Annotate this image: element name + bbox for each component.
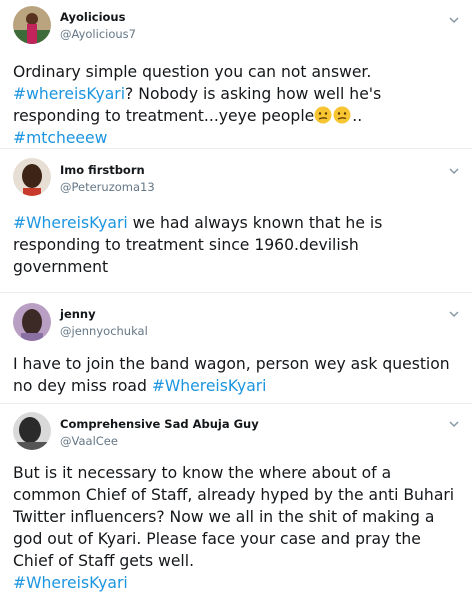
tweet-comprehensive-sad-abuja-guy[interactable]: Comprehensive Sad Abuja Guy @VaalCee But… xyxy=(0,404,472,614)
avatar[interactable] xyxy=(13,158,51,196)
user-handle[interactable]: @VaalCee xyxy=(60,434,118,448)
avatar[interactable] xyxy=(13,303,51,341)
hashtag-link[interactable]: #WhereisKyari xyxy=(13,214,128,232)
user-handle[interactable]: @jennyochukal xyxy=(60,324,148,338)
display-name[interactable]: Ayolicious xyxy=(60,10,125,24)
hashtag-link[interactable]: #WhereisKyari xyxy=(13,574,128,592)
hashtag-link[interactable]: #WhereisKyari xyxy=(152,377,267,395)
tweet-imo-firstborn[interactable]: Imo firstborn @Peteruzoma13 #WhereisKyar… xyxy=(0,149,472,292)
avatar[interactable] xyxy=(13,6,51,44)
tweet-text: But is it necessary to know the where ab… xyxy=(13,464,455,592)
user-handle[interactable]: @Peteruzoma13 xyxy=(60,180,155,194)
display-name[interactable]: Comprehensive Sad Abuja Guy xyxy=(60,417,259,431)
chevron-down-icon[interactable] xyxy=(447,307,461,321)
chevron-down-icon[interactable] xyxy=(447,13,461,27)
user-handle[interactable]: @Ayolicious7 xyxy=(60,27,136,41)
chevron-down-icon[interactable] xyxy=(447,417,461,431)
chevron-down-icon[interactable] xyxy=(447,164,461,178)
confused-face-emoji xyxy=(333,106,351,124)
tweet-jenny[interactable]: jenny @jennyochukal I have to join the b… xyxy=(0,293,472,403)
hashtag-link[interactable]: #whereisKyari xyxy=(13,85,125,103)
tweet-text: Ordinary simple question you can not ans… xyxy=(13,63,382,147)
display-name[interactable]: jenny xyxy=(60,307,96,321)
tweet-ayolicious[interactable]: Ayolicious @Ayolicious7 Ordinary simple … xyxy=(0,0,472,148)
tweet-text: I have to join the band wagon, person we… xyxy=(13,355,450,395)
tweet-text: #WhereisKyari we had always known that h… xyxy=(13,214,383,276)
avatar[interactable] xyxy=(13,412,51,450)
display-name[interactable]: Imo firstborn xyxy=(60,163,145,177)
confused-face-emoji xyxy=(314,106,332,124)
hashtag-link[interactable]: #mtcheeew xyxy=(13,129,107,147)
